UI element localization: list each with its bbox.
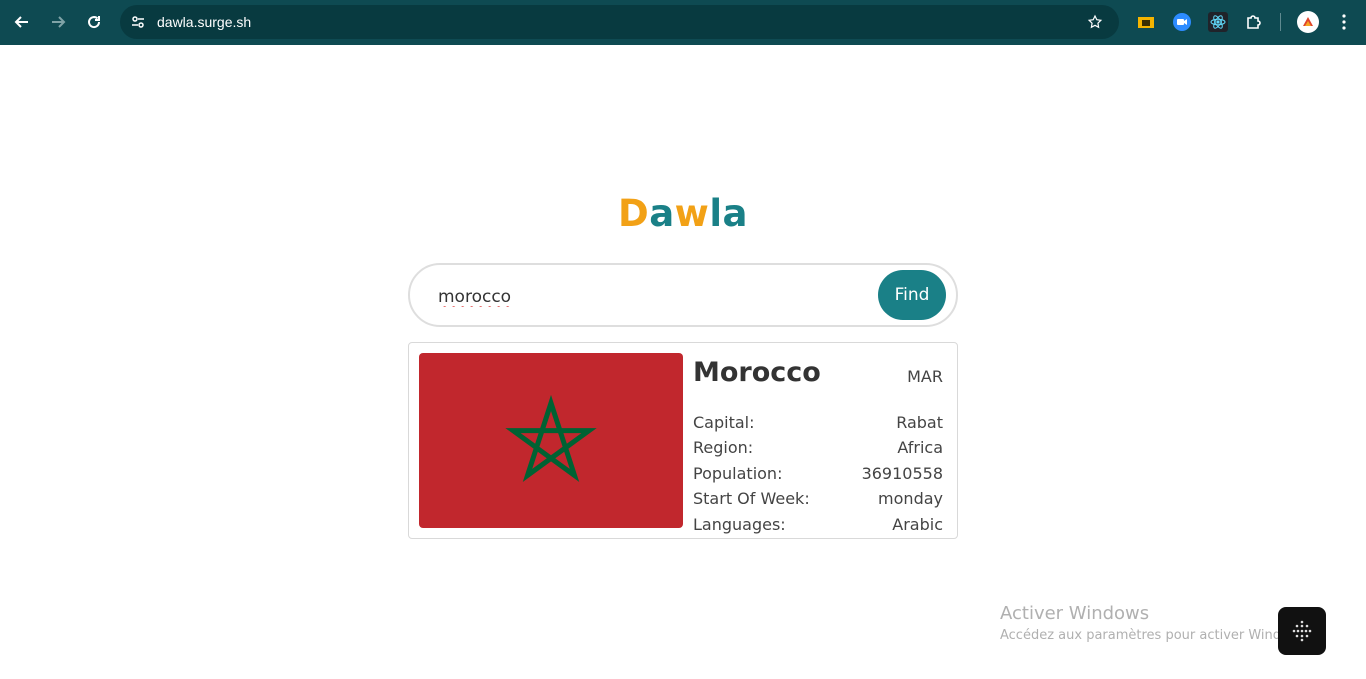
url-text[interactable]: dawla.surge.sh [157,14,251,30]
reload-icon [88,16,101,29]
reload-button[interactable] [82,10,106,34]
forward-button[interactable] [46,10,70,34]
app-logo: Dawla [617,192,749,235]
browser-toolbar: dawla.surge.sh [0,0,1366,45]
info-label: Region: [693,438,754,457]
info-label: Capital: [693,413,755,432]
forward-arrow-icon [52,16,66,28]
extensions-puzzle-icon[interactable] [1243,11,1265,33]
floating-widget-button[interactable] [1278,607,1326,655]
info-row-languages: Languages: Arabic [693,515,943,539]
back-button[interactable] [10,10,34,34]
search-bar: Find [408,263,958,327]
info-label: Population: [693,464,783,483]
extension-folder-icon[interactable] [1135,11,1157,33]
site-info-icon[interactable] [128,12,148,32]
toolbar-divider [1280,13,1281,31]
extension-react-icon[interactable] [1207,11,1229,33]
country-flag [419,353,683,528]
watermark-title: Activer Windows [1000,603,1150,624]
browser-menu-icon[interactable] [1333,11,1355,33]
dots-grid-icon [1292,620,1312,642]
info-value: Arabic [892,515,943,534]
info-value: monday [878,489,943,508]
bookmark-star-icon[interactable] [1085,12,1105,32]
info-value: Rabat [896,413,943,432]
info-value: 36910558 [861,464,943,483]
country-card: Morocco MAR Capital: Rabat Region: Afric… [408,342,958,539]
pentagram-star-icon [505,394,597,482]
info-value: Africa [897,438,943,457]
profile-avatar[interactable] [1297,11,1319,33]
info-row-region: Region: Africa [693,438,943,462]
back-arrow-icon [14,16,28,28]
info-row-capital: Capital: Rabat [693,413,943,437]
info-label: Start Of Week: [693,489,810,508]
extension-video-icon[interactable] [1171,11,1193,33]
country-code: MAR [907,367,943,386]
address-bar[interactable]: dawla.surge.sh [120,5,1119,39]
country-name: Morocco [693,357,821,388]
watermark-subtitle: Accédez aux paramètres pour activer Wind… [1000,628,1311,643]
info-row-population: Population: 36910558 [693,464,943,488]
search-input[interactable] [436,283,860,311]
find-button[interactable]: Find [878,270,946,320]
info-label: Languages: [693,515,786,534]
info-row-start-of-week: Start Of Week: monday [693,489,943,513]
